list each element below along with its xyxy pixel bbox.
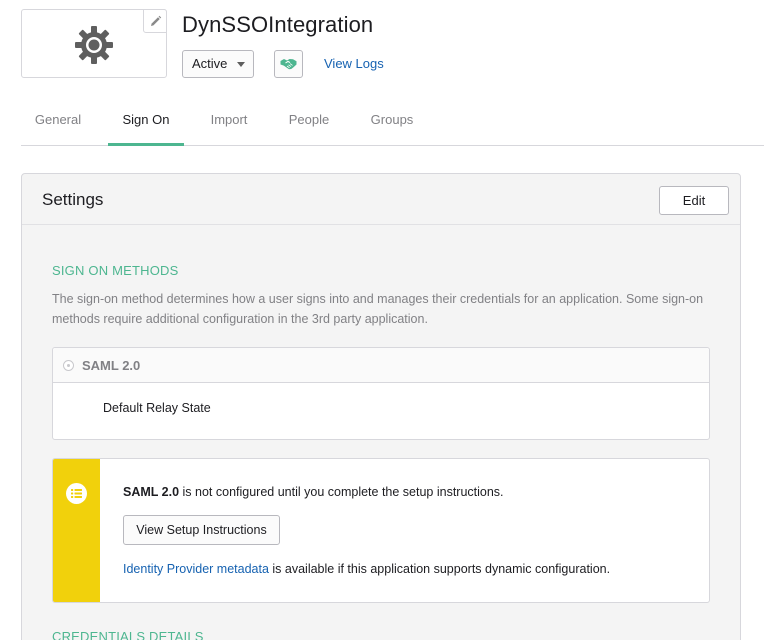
handshake-icon [280, 59, 297, 70]
callout-bold: SAML 2.0 [123, 485, 180, 499]
list-icon [66, 483, 87, 504]
callout-metadata-text: Identity Provider metadata is available … [123, 562, 610, 576]
saml-label: SAML 2.0 [82, 358, 141, 373]
tab-import[interactable]: Import [197, 106, 261, 146]
app-title: DynSSOIntegration [182, 12, 374, 37]
sign-on-methods-description: The sign-on method determines how a user… [52, 292, 704, 326]
push-groups-button[interactable] [274, 50, 303, 78]
default-relay-state-label: Default Relay State [103, 401, 211, 415]
callout-metadata-suffix: is available if this application support… [268, 562, 611, 576]
pencil-icon [150, 15, 161, 26]
setup-callout: SAML 2.0 is not configured until you com… [52, 458, 710, 603]
app-logo-box [21, 9, 167, 78]
settings-panel: Settings Edit SIGN ON METHODS The sign-o… [21, 173, 741, 640]
saml-radio[interactable] [63, 360, 74, 371]
saml-method-box: SAML 2.0 Default Relay State [52, 347, 710, 440]
tab-sign-on[interactable]: Sign On [108, 106, 184, 146]
view-setup-instructions-button[interactable]: View Setup Instructions [123, 515, 280, 545]
status-dropdown[interactable]: Active [182, 50, 254, 78]
gear-icon [75, 26, 113, 64]
tab-general[interactable]: General [21, 106, 95, 146]
app-tabs: General Sign On Import People Groups [21, 106, 764, 146]
status-dropdown-value: Active [192, 56, 228, 71]
edit-button[interactable]: Edit [659, 186, 729, 215]
view-logs-link[interactable]: View Logs [324, 56, 384, 71]
callout-message-text: is not configured until you complete the… [179, 485, 504, 499]
credentials-details-heading: CREDENTIALS DETAILS [52, 629, 204, 640]
edit-logo-button[interactable] [143, 9, 167, 33]
tab-groups[interactable]: Groups [357, 106, 427, 146]
callout-message: SAML 2.0 is not configured until you com… [123, 485, 504, 499]
sign-on-methods-heading: SIGN ON METHODS [52, 263, 179, 278]
callout-bar [53, 459, 100, 602]
settings-title: Settings [42, 190, 104, 209]
saml-method-header: SAML 2.0 [53, 348, 709, 383]
chevron-down-icon [237, 62, 245, 67]
settings-panel-header: Settings Edit [22, 174, 740, 225]
tab-people[interactable]: People [277, 106, 341, 146]
identity-provider-metadata-link[interactable]: Identity Provider metadata [123, 562, 269, 576]
